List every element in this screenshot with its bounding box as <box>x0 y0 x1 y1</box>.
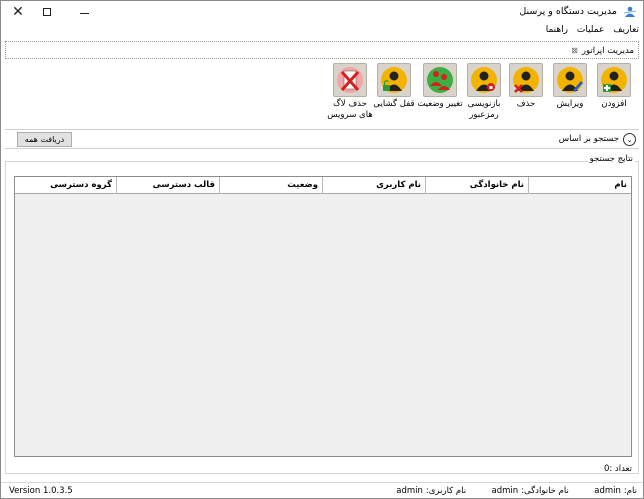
minimize-button[interactable] <box>69 1 99 23</box>
chevron-down-icon[interactable]: ⌄ <box>623 133 636 146</box>
first-name-value: admin <box>594 486 621 496</box>
grid-header: نام نام خانوادگی نام کاربری وضعیت قالب د… <box>15 177 631 194</box>
fetch-all-button[interactable]: دریافت همه <box>17 132 72 147</box>
column-header-first-name[interactable]: نام <box>528 177 631 194</box>
column-header-last-name[interactable]: نام خانوادگی <box>425 177 528 194</box>
delete-label: حذف <box>516 99 536 109</box>
column-header-status[interactable]: وضعیت <box>219 177 322 194</box>
search-by-label: جستجو بر اساس <box>558 134 619 144</box>
add-label: افزودن <box>601 99 627 109</box>
tab-operator-management[interactable]: مدیریت اپراتور ⊠ <box>571 43 634 58</box>
column-header-access-template[interactable]: قالب دسترسی <box>116 177 219 194</box>
username-value: admin <box>396 486 423 496</box>
close-icon[interactable]: ✕ <box>3 1 33 23</box>
first-name-label: نام: <box>623 486 637 496</box>
app-logo-icon <box>623 6 637 17</box>
add-user-icon <box>597 63 631 97</box>
results-group: نام نام خانوادگی نام کاربری وضعیت قالب د… <box>5 154 639 474</box>
delete-logs-label-1: حذف لاگ <box>333 99 367 109</box>
unlock-label: قفل گشایی <box>373 99 415 109</box>
change-status-button[interactable]: تغییر وضعیت <box>417 63 463 110</box>
unlock-user-icon <box>377 63 411 97</box>
delete-service-logs-button[interactable]: حذف لاگ های سرویس <box>327 63 373 121</box>
reset-password-button[interactable]: بازنویسی رمزعبور <box>461 63 507 121</box>
reset-password-label-2: رمزعبور <box>469 110 499 120</box>
delete-logs-label-2: های سرویس <box>327 110 373 120</box>
version-label: Version 1.0.3.5 <box>9 486 73 496</box>
tab-strip: مدیریت اپراتور ⊠ <box>5 41 639 59</box>
last-name-label: نام خانوادگی: <box>521 486 569 496</box>
change-status-label: تغییر وضعیت <box>417 99 463 109</box>
reset-password-label-1: بازنویسی <box>467 99 501 109</box>
delete-button[interactable]: حذف <box>503 63 549 110</box>
edit-user-icon <box>553 63 587 97</box>
search-panel: ⌄ جستجو بر اساس دریافت همه <box>5 129 639 149</box>
reset-password-icon <box>467 63 501 97</box>
result-count-label: تعداد : <box>609 464 632 474</box>
username-label: نام کاربری: <box>425 486 467 496</box>
add-button[interactable]: افزودن <box>591 63 637 110</box>
results-frame: نام نام خانوادگی نام کاربری وضعیت قالب د… <box>5 161 639 474</box>
last-name-value: admin <box>491 486 519 496</box>
window-title: مدیریت دستگاه و پرسنل <box>519 6 617 17</box>
menu-item-definitions[interactable]: تعاریف <box>613 23 639 38</box>
status-bar: نام:admin نام خانوادگی:admin نام کاربری:… <box>1 482 643 498</box>
column-header-username[interactable]: نام کاربری <box>322 177 425 194</box>
search-results-label: نتایج جستجو <box>587 154 635 164</box>
unlock-button[interactable]: قفل گشایی <box>371 63 417 110</box>
menu-item-operations[interactable]: عملیات <box>577 23 604 38</box>
app-window: ✕ مدیریت دستگاه و پرسنل تعاریف عملیات را… <box>0 0 644 499</box>
menu-item-help[interactable]: راهنما <box>546 23 568 38</box>
tab-label: مدیریت اپراتور <box>581 45 634 56</box>
results-grid[interactable]: نام نام خانوادگی نام کاربری وضعیت قالب د… <box>14 176 632 457</box>
tab-close-icon[interactable]: ⊠ <box>571 46 578 55</box>
maximize-button[interactable] <box>32 1 62 23</box>
minimize-icon <box>79 12 89 14</box>
result-count: تعداد :0 <box>604 464 632 474</box>
maximize-icon <box>43 8 51 16</box>
edit-button[interactable]: ویرایش <box>547 63 593 110</box>
delete-logs-icon <box>333 63 367 97</box>
toolbar: افزودن ویرایش حذف بازنویسی رمزعبور تغییر… <box>5 60 639 125</box>
change-status-icon <box>423 63 457 97</box>
title-bar: ✕ مدیریت دستگاه و پرسنل <box>1 1 643 23</box>
user-info: نام:admin نام خانوادگی:admin نام کاربری:… <box>393 486 637 496</box>
delete-user-icon <box>509 63 543 97</box>
column-header-access-group[interactable]: گروه دسترسی <box>15 177 116 194</box>
menu-bar: تعاریف عملیات راهنما <box>1 23 643 38</box>
edit-label: ویرایش <box>556 99 584 109</box>
